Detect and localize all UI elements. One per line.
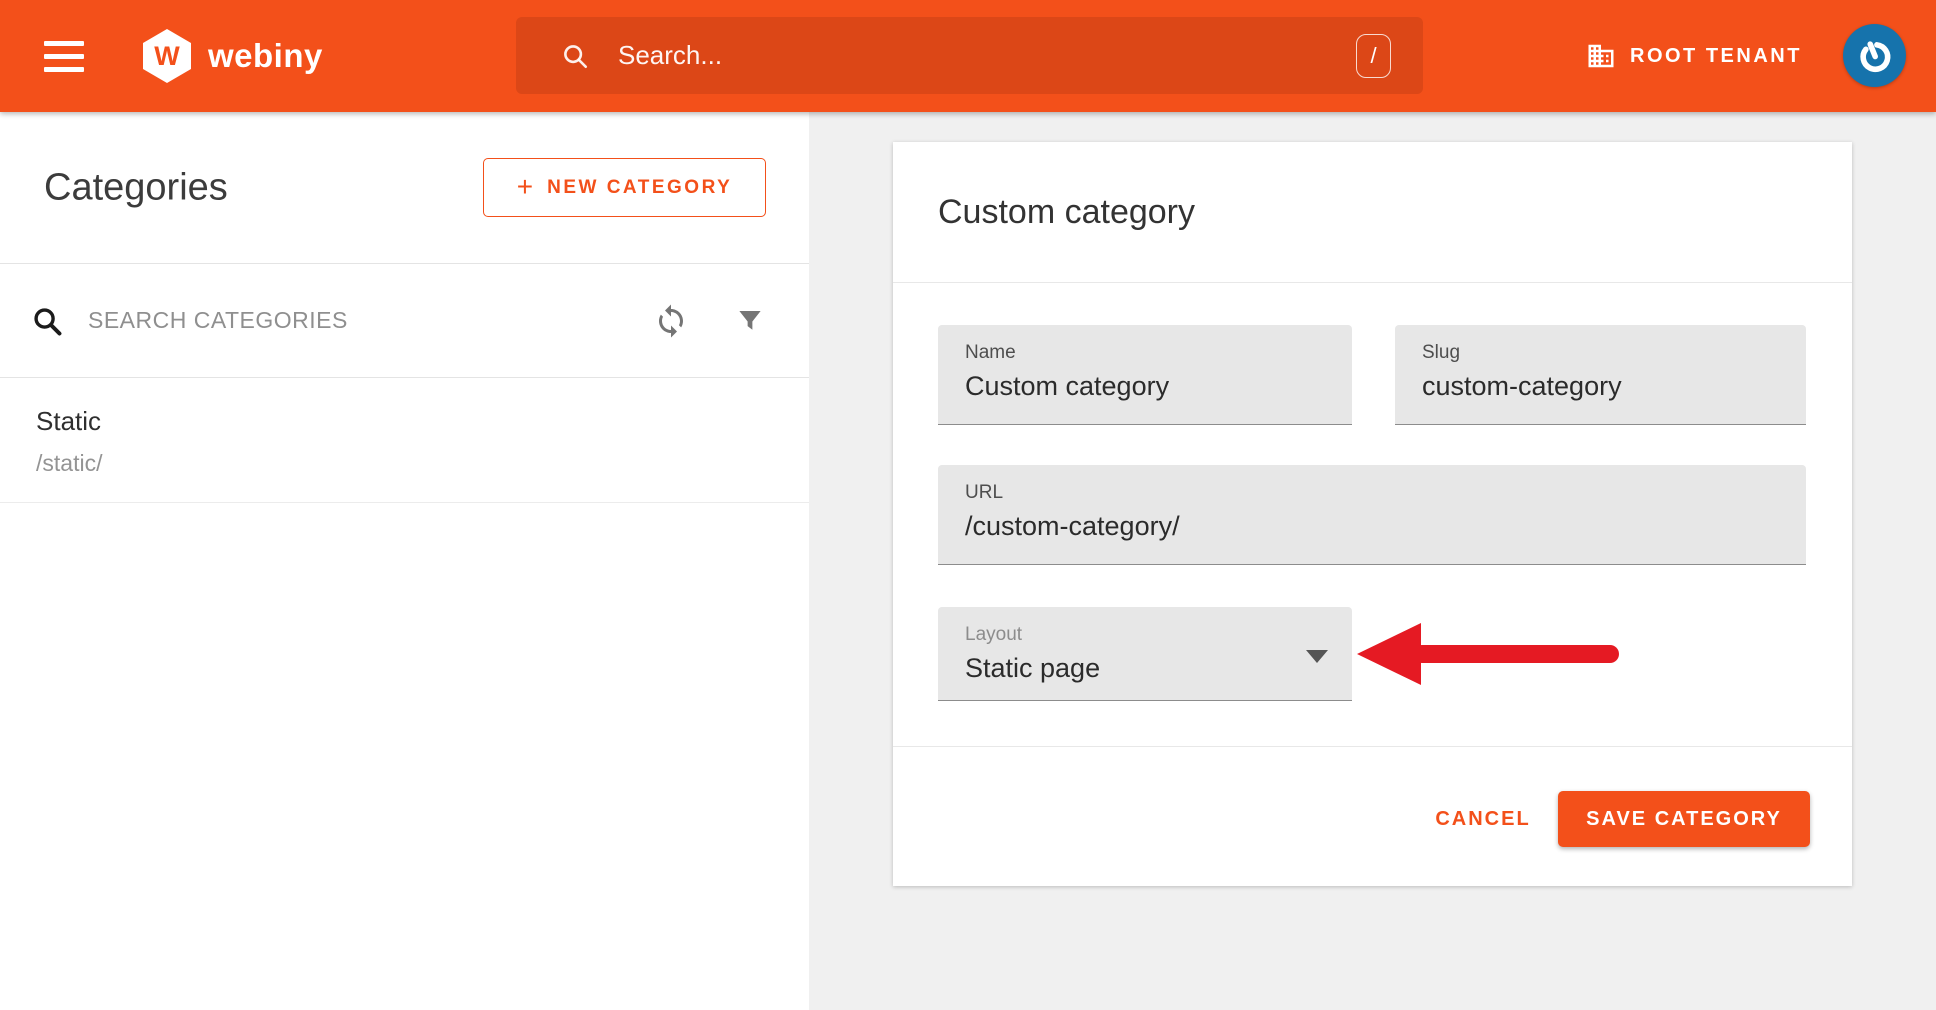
- divider: [893, 282, 1852, 283]
- divider: [893, 746, 1852, 747]
- category-name: Static: [36, 406, 101, 437]
- categories-panel: Categories + NEW CATEGORY Static /static…: [0, 112, 809, 1010]
- hamburger-bar: [44, 41, 84, 46]
- categories-header: Categories + NEW CATEGORY: [0, 112, 809, 263]
- user-avatar[interactable]: [1843, 24, 1906, 87]
- category-form-card: Custom category Name Slug URL Layout Sta…: [893, 142, 1852, 886]
- layout-selected-value: Static page: [965, 653, 1100, 684]
- webiny-hexagon-icon: W: [143, 29, 191, 83]
- plus-icon: +: [517, 173, 533, 201]
- name-input[interactable]: [965, 371, 1329, 402]
- category-url: /static/: [36, 450, 102, 477]
- refresh-button[interactable]: [653, 303, 689, 339]
- topbar: W webiny / ROOT TENANT: [0, 0, 1936, 112]
- tenant-building-icon: [1586, 41, 1616, 71]
- cancel-button[interactable]: CANCEL: [1418, 791, 1548, 847]
- global-search-input[interactable]: [616, 39, 1356, 72]
- url-field: URL: [938, 465, 1806, 565]
- layout-select-label: Layout: [965, 624, 1022, 646]
- url-input[interactable]: [965, 511, 1783, 542]
- red-arrow-annotation: [1355, 621, 1627, 692]
- page-title: Categories: [44, 166, 228, 209]
- slug-input[interactable]: [1422, 371, 1783, 402]
- save-category-button[interactable]: SAVE CATEGORY: [1558, 791, 1810, 847]
- categories-search-row: [0, 263, 809, 378]
- main-content: Custom category Name Slug URL Layout Sta…: [809, 112, 1936, 1010]
- new-category-label: NEW CATEGORY: [547, 177, 732, 199]
- root-tenant-menu[interactable]: ROOT TENANT: [1586, 28, 1802, 84]
- hamburger-menu-button[interactable]: [44, 41, 84, 72]
- chevron-down-icon: [1306, 650, 1328, 663]
- filter-button[interactable]: [735, 306, 765, 336]
- categories-search-input[interactable]: [86, 306, 653, 335]
- search-icon: [30, 304, 64, 338]
- gravatar-power-icon: [1854, 35, 1896, 77]
- url-field-label: URL: [965, 482, 1003, 504]
- logo-letter: W: [154, 41, 179, 72]
- brand-wordmark: webiny: [208, 37, 323, 75]
- slash-shortcut-key: /: [1356, 34, 1391, 78]
- hamburger-bar: [44, 67, 84, 72]
- hamburger-bar: [44, 54, 84, 59]
- slug-field-label: Slug: [1422, 342, 1460, 364]
- layout-select[interactable]: Layout Static page: [938, 607, 1352, 701]
- global-search-bar[interactable]: /: [516, 17, 1423, 94]
- name-field-label: Name: [965, 342, 1016, 364]
- new-category-button[interactable]: + NEW CATEGORY: [483, 158, 766, 217]
- slug-field: Slug: [1395, 325, 1806, 425]
- tenant-label: ROOT TENANT: [1630, 45, 1802, 68]
- form-title: Custom category: [938, 142, 1195, 282]
- name-field: Name: [938, 325, 1352, 425]
- search-icon: [560, 41, 590, 71]
- webiny-logo[interactable]: W webiny: [143, 0, 323, 112]
- category-list-item-static[interactable]: Static /static/: [0, 378, 809, 503]
